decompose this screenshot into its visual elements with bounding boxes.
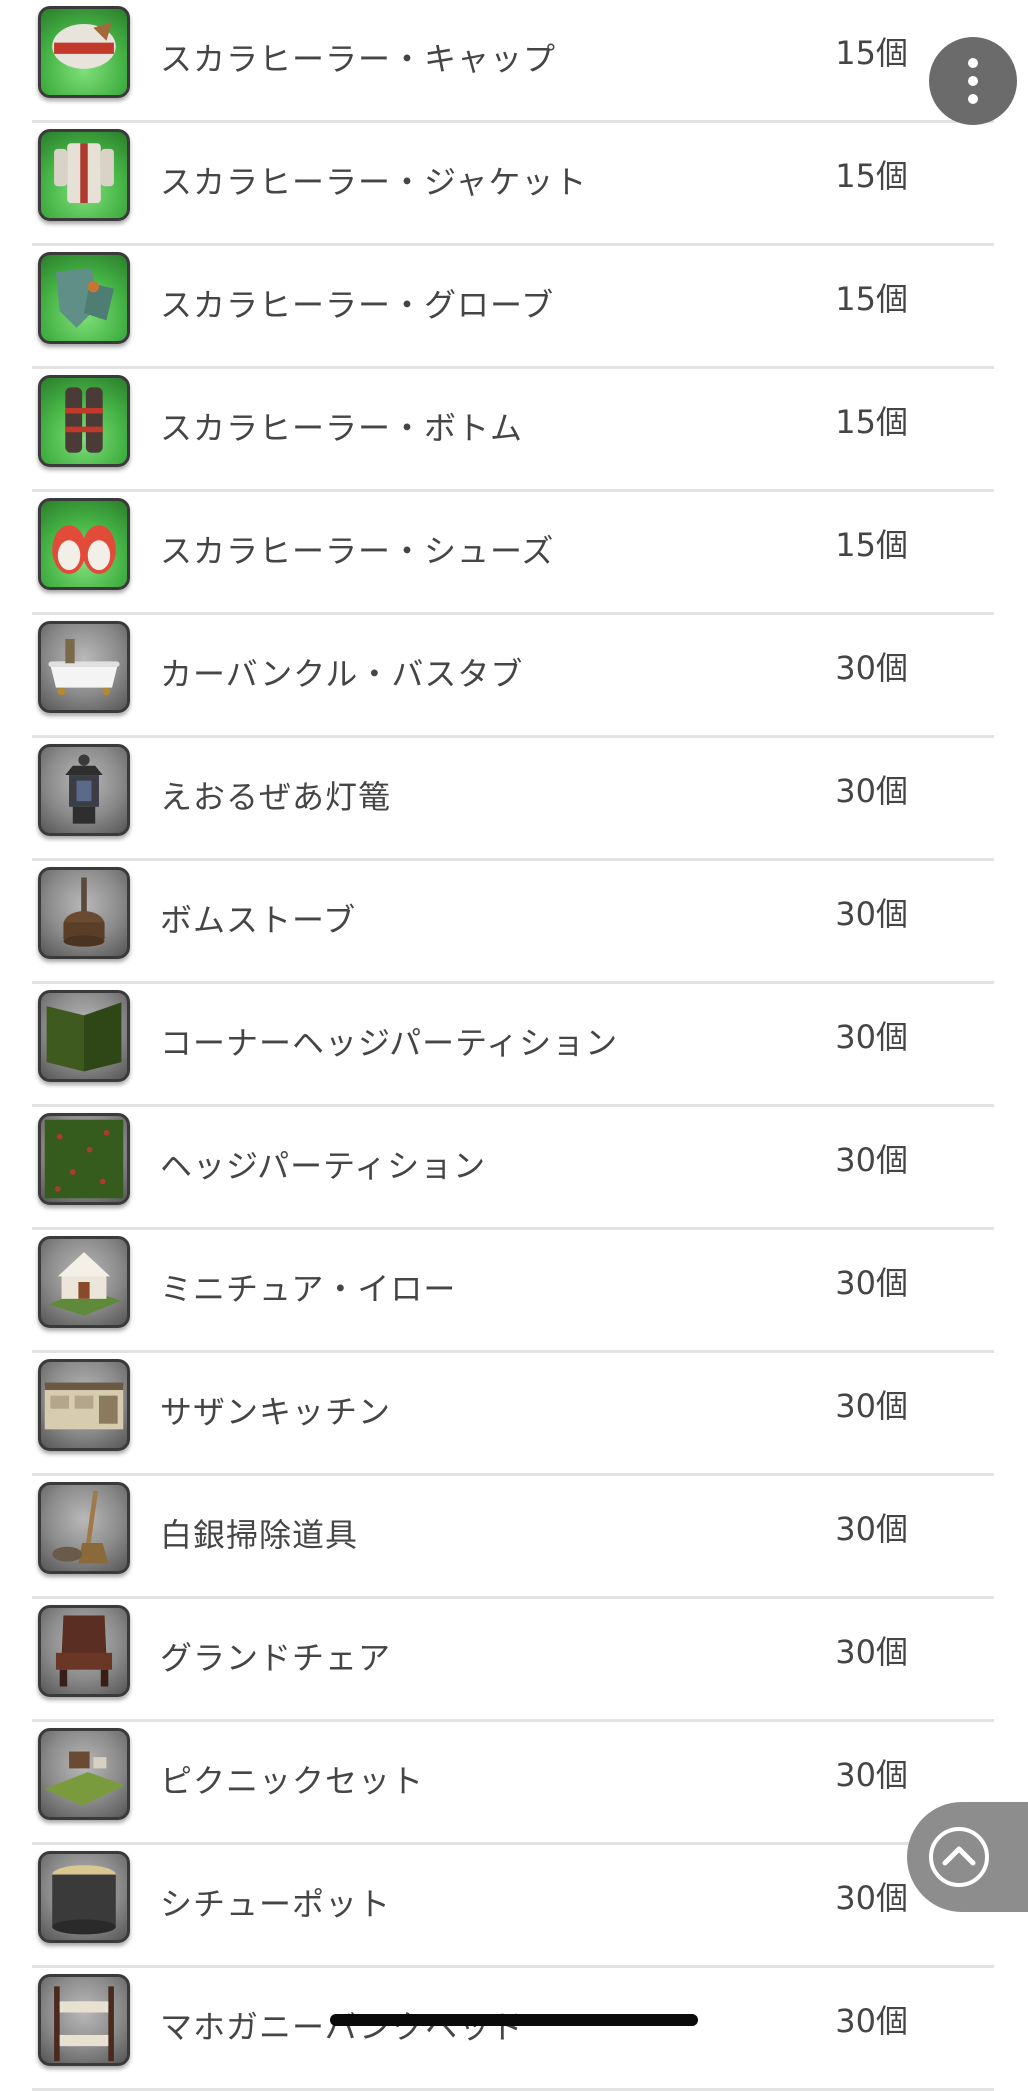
- home-indicator: [330, 2014, 698, 2026]
- item-quantity: 30個: [835, 1633, 908, 1671]
- list-item[interactable]: ピクニックセット 30個: [32, 1722, 994, 1845]
- item-name: グランドチェア: [160, 1639, 392, 1677]
- item-quantity: 15個: [835, 34, 908, 72]
- item-name: シチューポット: [160, 1885, 392, 1923]
- item-quantity: 30個: [835, 1387, 908, 1425]
- item-quantity: 30個: [835, 1756, 908, 1794]
- corner-hedge-icon: [38, 990, 130, 1082]
- bathtub-icon: [38, 621, 130, 713]
- list-item[interactable]: サザンキッチン 30個: [32, 1353, 994, 1476]
- item-name: スカラヒーラー・ジャケット: [160, 163, 588, 201]
- list-item[interactable]: カーバンクル・バスタブ 30個: [32, 615, 994, 738]
- item-quantity: 30個: [835, 772, 908, 810]
- list-item[interactable]: えおるぜあ灯篭 30個: [32, 738, 994, 861]
- list-item[interactable]: グランドチェア 30個: [32, 1599, 994, 1722]
- list-item[interactable]: スカラヒーラー・シューズ 15個: [32, 492, 994, 615]
- stove-icon: [38, 867, 130, 959]
- item-name: 白銀掃除道具: [160, 1516, 359, 1554]
- list-item[interactable]: スカラヒーラー・グローブ 15個: [32, 246, 994, 369]
- scholar-shoes-icon: [38, 498, 130, 590]
- item-name: コーナーヘッジパーティション: [160, 1024, 619, 1062]
- item-name: スカラヒーラー・グローブ: [160, 286, 555, 324]
- item-quantity: 30個: [835, 1018, 908, 1056]
- item-name: カーバンクル・バスタブ: [160, 655, 524, 693]
- item-name: ミニチュア・イロー: [160, 1270, 457, 1308]
- scholar-jacket-icon: [38, 129, 130, 221]
- list-item[interactable]: ヘッジパーティション 30個: [32, 1107, 994, 1230]
- item-quantity: 30個: [835, 895, 908, 933]
- item-quantity: 30個: [835, 649, 908, 687]
- chevron-up-icon: [942, 1846, 976, 1866]
- item-quantity: 30個: [835, 1264, 908, 1302]
- item-name: サザンキッチン: [160, 1393, 392, 1431]
- list-item[interactable]: 白銀掃除道具 30個: [32, 1476, 994, 1599]
- list-item[interactable]: スカラヒーラー・ボトム 15個: [32, 369, 994, 492]
- list-item[interactable]: ボムストーブ 30個: [32, 861, 994, 984]
- item-quantity: 30個: [835, 1879, 908, 1917]
- item-name: えおるぜあ灯篭: [160, 778, 392, 816]
- scholar-gloves-icon: [38, 252, 130, 344]
- item-quantity: 30個: [835, 2002, 908, 2040]
- scholar-cap-icon: [38, 6, 130, 98]
- more-options-button[interactable]: [929, 37, 1017, 125]
- item-quantity: 30個: [835, 1510, 908, 1548]
- item-name: スカラヒーラー・キャップ: [160, 40, 557, 78]
- item-quantity: 15個: [835, 526, 908, 564]
- item-name: ボムストーブ: [160, 901, 357, 939]
- list-item[interactable]: シチューポット 30個: [32, 1845, 994, 1968]
- list-item[interactable]: コーナーヘッジパーティション 30個: [32, 984, 994, 1107]
- scroll-to-top-button[interactable]: [907, 1802, 1028, 1912]
- hedge-icon: [38, 1113, 130, 1205]
- item-quantity: 15個: [835, 280, 908, 318]
- item-name: ピクニックセット: [160, 1762, 425, 1800]
- list-item[interactable]: スカラヒーラー・キャップ 15個: [32, 0, 994, 123]
- lantern-icon: [38, 744, 130, 836]
- item-quantity: 30個: [835, 1141, 908, 1179]
- item-name: ヘッジパーティション: [160, 1147, 487, 1185]
- list-item[interactable]: ミニチュア・イロー 30個: [32, 1230, 994, 1353]
- stew-pot-icon: [38, 1851, 130, 1943]
- list-item[interactable]: スカラヒーラー・ジャケット 15個: [32, 123, 994, 246]
- item-quantity: 15個: [835, 403, 908, 441]
- miniature-yurt-icon: [38, 1236, 130, 1328]
- bunk-bed-icon: [38, 1974, 130, 2066]
- broom-icon: [38, 1482, 130, 1574]
- picnic-set-icon: [38, 1728, 130, 1820]
- item-name: スカラヒーラー・ボトム: [160, 409, 524, 447]
- chair-icon: [38, 1605, 130, 1697]
- item-name: スカラヒーラー・シューズ: [160, 532, 555, 570]
- item-quantity: 15個: [835, 157, 908, 195]
- scholar-bottoms-icon: [38, 375, 130, 467]
- list-item[interactable]: マホガニーバンクベッド 30個: [32, 1968, 994, 2091]
- kitchen-icon: [38, 1359, 130, 1451]
